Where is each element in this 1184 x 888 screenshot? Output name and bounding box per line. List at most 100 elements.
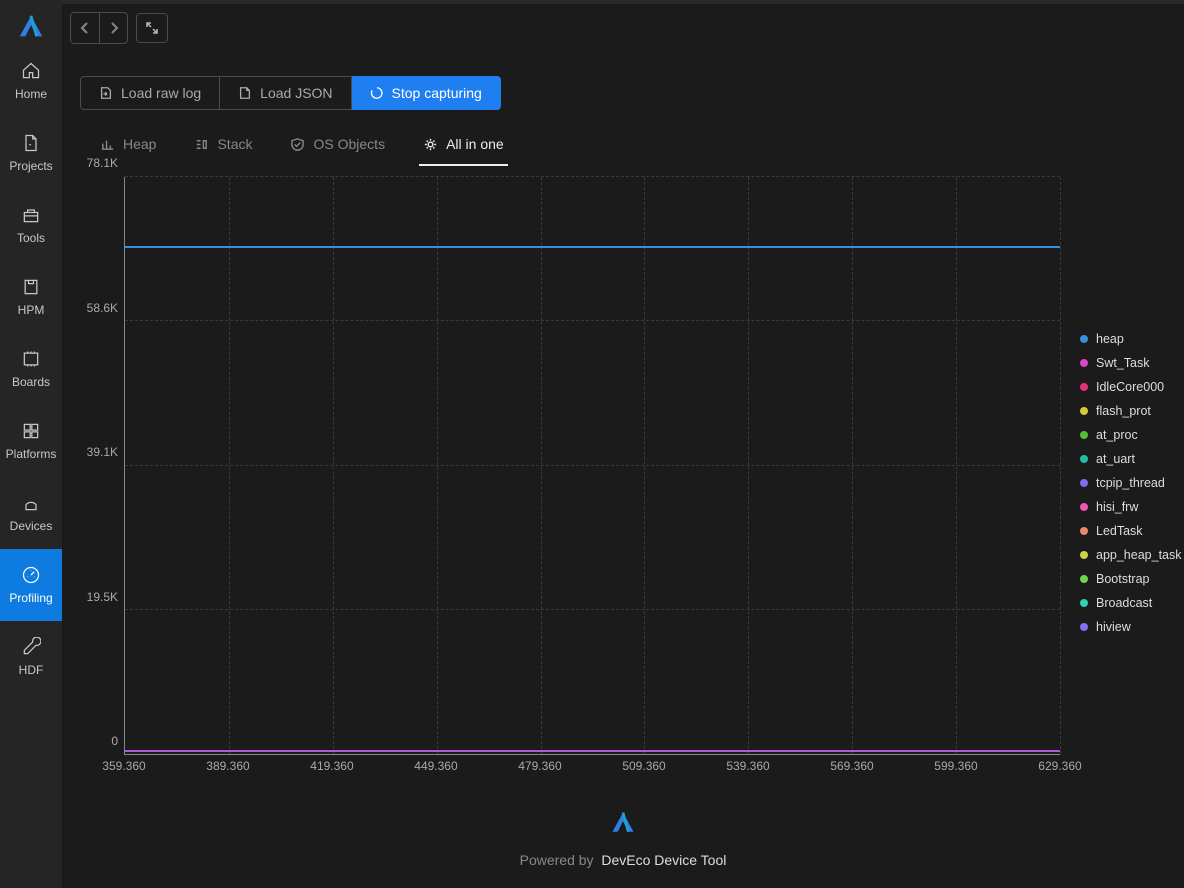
legend-label: Bootstrap [1096, 572, 1150, 586]
legend-dot-icon [1080, 335, 1088, 343]
x-tick: 569.360 [830, 759, 873, 773]
legend-label: at_proc [1096, 428, 1138, 442]
legend-item-ledtask[interactable]: LedTask [1080, 519, 1182, 543]
legend-dot-icon [1080, 551, 1088, 559]
legend-item-broadcast[interactable]: Broadcast [1080, 591, 1182, 615]
legend-label: tcpip_thread [1096, 476, 1165, 490]
load-json-button[interactable]: Load JSON [220, 76, 351, 110]
back-button[interactable] [71, 13, 99, 43]
x-tick: 599.360 [934, 759, 977, 773]
tab-label: All in one [446, 136, 504, 152]
stop-capturing-button[interactable]: Stop capturing [352, 76, 501, 110]
load-raw-log-button[interactable]: Load raw log [80, 76, 220, 110]
legend-dot-icon [1080, 599, 1088, 607]
sidebar-item-hdf[interactable]: HDF [0, 621, 62, 693]
sidebar-item-tools[interactable]: Tools [0, 189, 62, 261]
tab-os-objects[interactable]: OS Objects [286, 126, 389, 166]
file-icon [238, 86, 252, 100]
forward-button[interactable] [99, 13, 127, 43]
file-icon [21, 133, 41, 153]
grid-line [125, 465, 1060, 466]
plot-region [124, 177, 1060, 755]
y-tick: 19.5K [87, 590, 118, 604]
chart-legend: heap Swt_Task IdleCore000 flash_prot at_… [1080, 327, 1182, 639]
legend-label: LedTask [1096, 524, 1143, 538]
legend-label: hiview [1096, 620, 1131, 634]
grid-line [1060, 177, 1061, 754]
x-tick: 449.360 [414, 759, 457, 773]
legend-item-swt-task[interactable]: Swt_Task [1080, 351, 1182, 375]
tab-all-in-one[interactable]: All in one [419, 126, 508, 166]
legend-dot-icon [1080, 383, 1088, 391]
grid-line [437, 177, 438, 754]
legend-dot-icon [1080, 623, 1088, 631]
legend-dot-icon [1080, 527, 1088, 535]
sidebar-item-boards[interactable]: Boards [0, 333, 62, 405]
board-icon [21, 349, 41, 369]
shield-icon [290, 137, 305, 152]
legend-dot-icon [1080, 359, 1088, 367]
tab-stack[interactable]: Stack [190, 126, 256, 166]
legend-item-tcpip-thread[interactable]: tcpip_thread [1080, 471, 1182, 495]
chevron-right-icon [109, 22, 119, 34]
legend-dot-icon [1080, 431, 1088, 439]
x-tick: 359.360 [102, 759, 145, 773]
legend-item-hiview[interactable]: hiview [1080, 615, 1182, 639]
footer-text: Powered by DevEco Device Tool [520, 852, 727, 868]
sidebar-item-projects[interactable]: Projects [0, 117, 62, 189]
grid-line [644, 177, 645, 754]
sidebar-item-profiling[interactable]: Profiling [0, 549, 62, 621]
x-tick: 629.360 [1038, 759, 1081, 773]
sidebar-item-label: Profiling [9, 591, 52, 605]
button-label: Stop capturing [392, 85, 482, 101]
expand-icon [145, 21, 159, 35]
file-in-icon [99, 86, 113, 100]
legend-item-idlecore000[interactable]: IdleCore000 [1080, 375, 1182, 399]
sidebar-item-label: Projects [9, 159, 52, 173]
gauge-icon [21, 565, 41, 585]
sidebar-item-hpm[interactable]: HPM [0, 261, 62, 333]
legend-item-at-proc[interactable]: at_proc [1080, 423, 1182, 447]
legend-label: Swt_Task [1096, 356, 1150, 370]
sidebar-item-platforms[interactable]: Platforms [0, 405, 62, 477]
sidebar-item-label: Tools [17, 231, 45, 245]
expand-button[interactable] [136, 13, 168, 43]
gear-icon [423, 137, 438, 152]
y-axis: 0 19.5K 39.1K 58.6K 78.1K [80, 177, 124, 755]
legend-item-app-heap-task[interactable]: app_heap_task [1080, 543, 1182, 567]
tabs: Heap Stack OS Objects All in one [80, 126, 1166, 167]
legend-item-flash-prot[interactable]: flash_prot [1080, 399, 1182, 423]
x-tick: 389.360 [206, 759, 249, 773]
y-tick: 58.6K [87, 301, 118, 315]
legend-label: app_heap_task [1096, 548, 1182, 562]
x-tick: 419.360 [310, 759, 353, 773]
sidebar-item-home[interactable]: Home [0, 45, 62, 117]
legend-item-bootstrap[interactable]: Bootstrap [1080, 567, 1182, 591]
nav-arrows-group [70, 12, 128, 44]
tab-label: Heap [123, 136, 156, 152]
grid-line [956, 177, 957, 754]
chart-plot[interactable]: 0 19.5K 39.1K 58.6K 78.1K [80, 177, 1060, 777]
legend-dot-icon [1080, 455, 1088, 463]
grid-line [125, 176, 1060, 177]
topbar [62, 0, 1184, 52]
legend-item-at-uart[interactable]: at_uart [1080, 447, 1182, 471]
grid-line [125, 609, 1060, 610]
legend-label: heap [1096, 332, 1124, 346]
footer-prefix: Powered by [520, 852, 594, 868]
toolbar: Load raw log Load JSON Stop capturing [80, 76, 1166, 110]
toolbox-icon [21, 205, 41, 225]
grid-line [333, 177, 334, 754]
sidebar-item-label: Home [15, 87, 47, 101]
series-heap-line [125, 246, 1060, 248]
grid-line [748, 177, 749, 754]
legend-item-heap[interactable]: heap [1080, 327, 1182, 351]
footer-brand: DevEco Device Tool [601, 852, 726, 868]
device-icon [21, 493, 41, 513]
chevron-left-icon [80, 22, 90, 34]
legend-item-hisi-frw[interactable]: hisi_frw [1080, 495, 1182, 519]
grid-line [541, 177, 542, 754]
footer-logo-icon [609, 809, 637, 840]
bar-chart-icon [100, 137, 115, 152]
sidebar-item-devices[interactable]: Devices [0, 477, 62, 549]
